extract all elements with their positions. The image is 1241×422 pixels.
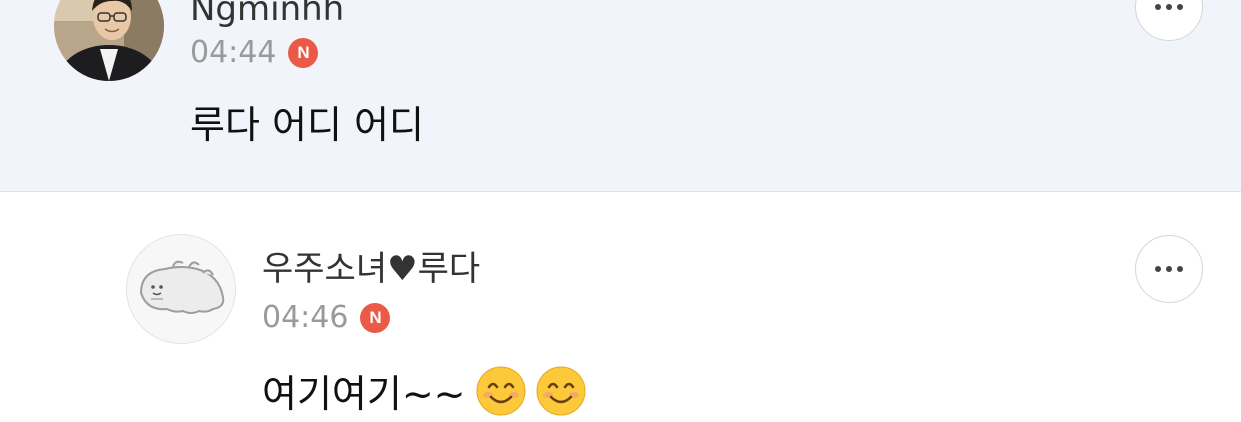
- comment-item-1: Ngminhh 04:44 N 루다 어디 어디: [0, 0, 1241, 191]
- comment-text-body: 여기여기~~: [262, 372, 466, 416]
- more-options-icon-dot: [1177, 4, 1183, 10]
- username[interactable]: 우주소녀♥루다: [262, 252, 480, 286]
- comment-text: 루다 어디 어디: [190, 106, 424, 144]
- new-badge: N: [360, 303, 391, 333]
- more-options-icon-dot: [1177, 266, 1183, 272]
- more-options-button[interactable]: [1135, 0, 1203, 41]
- comment-item-2: 우주소녀♥루다 04:46 N 여기여기~~: [0, 192, 1241, 416]
- timestamp: 04:44: [190, 35, 277, 70]
- comment-meta: 04:44 N: [190, 35, 319, 70]
- smiling-face-emoji: [536, 366, 586, 422]
- comment-meta: 04:46 N: [262, 300, 391, 335]
- avatar[interactable]: [126, 234, 236, 344]
- avatar[interactable]: [54, 0, 164, 81]
- username[interactable]: Ngminhh: [190, 0, 344, 26]
- more-options-button[interactable]: [1135, 235, 1203, 303]
- timestamp: 04:46: [262, 300, 349, 335]
- more-options-icon: [1155, 266, 1161, 272]
- more-options-icon-dot: [1166, 4, 1172, 10]
- comment-text: 여기여기~~: [262, 366, 586, 422]
- smiling-face-emoji: [476, 366, 526, 422]
- more-options-icon-dot: [1166, 266, 1172, 272]
- comment-text-body: 루다 어디 어디: [190, 103, 424, 147]
- more-options-icon: [1155, 4, 1161, 10]
- new-badge: N: [288, 38, 319, 68]
